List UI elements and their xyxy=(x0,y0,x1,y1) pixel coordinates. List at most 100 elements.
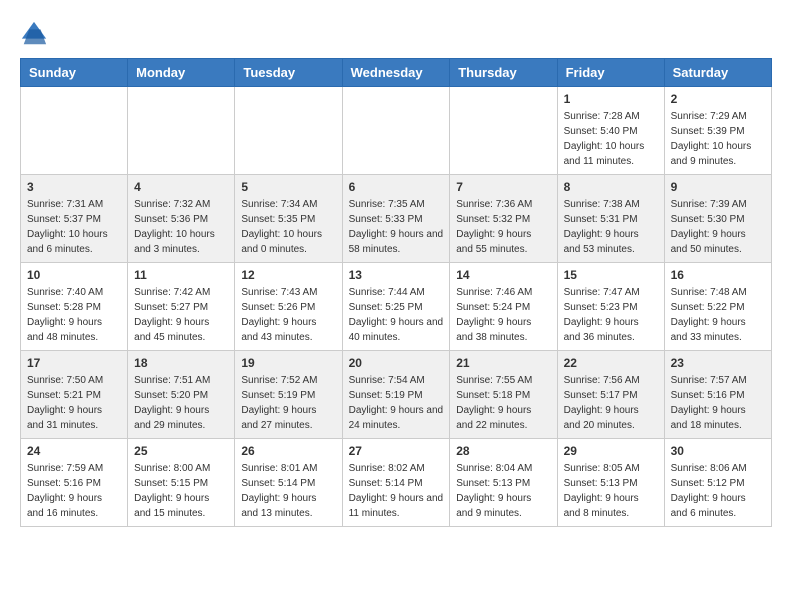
calendar-week-row: 1Sunrise: 7:28 AMSunset: 5:40 PMDaylight… xyxy=(21,87,772,175)
day-number: 9 xyxy=(671,180,765,194)
calendar-day-cell xyxy=(342,87,450,175)
calendar-day-cell: 3 Sunrise: 7:31 AMSunset: 5:37 PMDaylight… xyxy=(21,175,128,263)
day-number: 6 xyxy=(349,180,444,194)
day-info: Sunrise: 8:06 AMSunset: 5:12 PMDaylight:… xyxy=(671,461,765,521)
day-info: Sunrise: 7:42 AMSunset: 5:27 PMDaylight:… xyxy=(134,285,228,345)
calendar-day-cell: 21 Sunrise: 7:55 AMSunset: 5:18 PMDayligh… xyxy=(450,351,557,439)
calendar-day-cell: 12 Sunrise: 7:43 AMSunset: 5:26 PMDayligh… xyxy=(235,263,342,351)
day-info: Sunrise: 7:54 AMSunset: 5:19 PMDaylight:… xyxy=(349,373,444,433)
calendar-day-cell: 18 Sunrise: 7:51 AMSunset: 5:20 PMDayligh… xyxy=(128,351,235,439)
calendar-day-cell: 15Sunrise: 7:47 AMSunset: 5:23 PMDayligh… xyxy=(557,263,664,351)
calendar-header-row: SundayMondayTuesdayWednesdayThursdayFrid… xyxy=(21,59,772,87)
day-info: Sunrise: 7:32 AMSunset: 5:36 PMDaylight:… xyxy=(134,197,228,257)
calendar-day-cell: 24 Sunrise: 7:59 AMSunset: 5:16 PMDayligh… xyxy=(21,439,128,527)
day-number: 23 xyxy=(671,356,765,370)
day-number: 11 xyxy=(134,268,228,282)
day-info: Sunrise: 7:35 AMSunset: 5:33 PMDaylight:… xyxy=(349,197,444,257)
day-info: Sunrise: 7:36 AMSunset: 5:32 PMDaylight:… xyxy=(456,197,550,257)
day-info: Sunrise: 8:01 AMSunset: 5:14 PMDaylight:… xyxy=(241,461,335,521)
day-info: Sunrise: 7:39 AMSunset: 5:30 PMDaylight:… xyxy=(671,197,765,257)
calendar-day-cell: 6 Sunrise: 7:35 AMSunset: 5:33 PMDaylight… xyxy=(342,175,450,263)
day-number: 16 xyxy=(671,268,765,282)
day-info: Sunrise: 7:46 AMSunset: 5:24 PMDaylight:… xyxy=(456,285,550,345)
day-info: Sunrise: 8:00 AMSunset: 5:15 PMDaylight:… xyxy=(134,461,228,521)
day-info: Sunrise: 7:48 AMSunset: 5:22 PMDaylight:… xyxy=(671,285,765,345)
day-info: Sunrise: 8:05 AMSunset: 5:13 PMDaylight:… xyxy=(564,461,658,521)
day-info: Sunrise: 8:02 AMSunset: 5:14 PMDaylight:… xyxy=(349,461,444,521)
day-number: 28 xyxy=(456,444,550,458)
day-number: 14 xyxy=(456,268,550,282)
calendar-day-cell: 25 Sunrise: 8:00 AMSunset: 5:15 PMDayligh… xyxy=(128,439,235,527)
calendar-day-cell: 5 Sunrise: 7:34 AMSunset: 5:35 PMDaylight… xyxy=(235,175,342,263)
calendar-body: 1Sunrise: 7:28 AMSunset: 5:40 PMDaylight… xyxy=(21,87,772,527)
day-number: 1 xyxy=(564,92,658,106)
calendar-day-cell: 30 Sunrise: 8:06 AMSunset: 5:12 PMDayligh… xyxy=(664,439,771,527)
day-number: 12 xyxy=(241,268,335,282)
day-number: 3 xyxy=(27,180,121,194)
calendar-week-row: 3 Sunrise: 7:31 AMSunset: 5:37 PMDaylight… xyxy=(21,175,772,263)
day-number: 4 xyxy=(134,180,228,194)
calendar-day-cell: 14 Sunrise: 7:46 AMSunset: 5:24 PMDayligh… xyxy=(450,263,557,351)
calendar-weekday-header: Friday xyxy=(557,59,664,87)
calendar-day-cell: 28 Sunrise: 8:04 AMSunset: 5:13 PMDayligh… xyxy=(450,439,557,527)
calendar-day-cell: 10 Sunrise: 7:40 AMSunset: 5:28 PMDayligh… xyxy=(21,263,128,351)
day-number: 10 xyxy=(27,268,121,282)
day-info: Sunrise: 7:38 AMSunset: 5:31 PMDaylight:… xyxy=(564,197,658,257)
day-info: Sunrise: 7:50 AMSunset: 5:21 PMDaylight:… xyxy=(27,373,121,433)
logo xyxy=(20,20,52,48)
calendar-day-cell xyxy=(235,87,342,175)
day-info: Sunrise: 7:44 AMSunset: 5:25 PMDaylight:… xyxy=(349,285,444,345)
day-number: 26 xyxy=(241,444,335,458)
calendar-weekday-header: Monday xyxy=(128,59,235,87)
day-info: Sunrise: 7:52 AMSunset: 5:19 PMDaylight:… xyxy=(241,373,335,433)
day-number: 17 xyxy=(27,356,121,370)
calendar-day-cell: 20Sunrise: 7:54 AMSunset: 5:19 PMDayligh… xyxy=(342,351,450,439)
calendar-day-cell: 19 Sunrise: 7:52 AMSunset: 5:19 PMDayligh… xyxy=(235,351,342,439)
day-number: 30 xyxy=(671,444,765,458)
day-info: Sunrise: 7:31 AMSunset: 5:37 PMDaylight:… xyxy=(27,197,121,257)
day-number: 22 xyxy=(564,356,658,370)
calendar-weekday-header: Saturday xyxy=(664,59,771,87)
calendar-day-cell: 9 Sunrise: 7:39 AMSunset: 5:30 PMDaylight… xyxy=(664,175,771,263)
calendar-day-cell: 13 Sunrise: 7:44 AMSunset: 5:25 PMDayligh… xyxy=(342,263,450,351)
day-info: Sunrise: 7:55 AMSunset: 5:18 PMDaylight:… xyxy=(456,373,550,433)
day-info: Sunrise: 7:47 AMSunset: 5:23 PMDaylight:… xyxy=(564,285,658,345)
day-number: 18 xyxy=(134,356,228,370)
day-info: Sunrise: 7:29 AMSunset: 5:39 PMDaylight:… xyxy=(671,109,765,169)
day-number: 21 xyxy=(456,356,550,370)
day-info: Sunrise: 7:51 AMSunset: 5:20 PMDaylight:… xyxy=(134,373,228,433)
calendar-weekday-header: Thursday xyxy=(450,59,557,87)
calendar-day-cell: 7 Sunrise: 7:36 AMSunset: 5:32 PMDaylight… xyxy=(450,175,557,263)
calendar-week-row: 10 Sunrise: 7:40 AMSunset: 5:28 PMDayligh… xyxy=(21,263,772,351)
day-info: Sunrise: 7:43 AMSunset: 5:26 PMDaylight:… xyxy=(241,285,335,345)
calendar-weekday-header: Wednesday xyxy=(342,59,450,87)
calendar-day-cell: 4 Sunrise: 7:32 AMSunset: 5:36 PMDaylight… xyxy=(128,175,235,263)
calendar-day-cell xyxy=(21,87,128,175)
day-number: 19 xyxy=(241,356,335,370)
day-number: 2 xyxy=(671,92,765,106)
day-number: 8 xyxy=(564,180,658,194)
calendar-weekday-header: Tuesday xyxy=(235,59,342,87)
calendar-day-cell: 11 Sunrise: 7:42 AMSunset: 5:27 PMDayligh… xyxy=(128,263,235,351)
calendar-table: SundayMondayTuesdayWednesdayThursdayFrid… xyxy=(20,58,772,527)
day-info: Sunrise: 7:34 AMSunset: 5:35 PMDaylight:… xyxy=(241,197,335,257)
page-header xyxy=(20,20,772,48)
calendar-day-cell: 26 Sunrise: 8:01 AMSunset: 5:14 PMDayligh… xyxy=(235,439,342,527)
day-number: 25 xyxy=(134,444,228,458)
day-number: 27 xyxy=(349,444,444,458)
calendar-day-cell: 8 Sunrise: 7:38 AMSunset: 5:31 PMDaylight… xyxy=(557,175,664,263)
calendar-day-cell xyxy=(128,87,235,175)
day-info: Sunrise: 7:57 AMSunset: 5:16 PMDaylight:… xyxy=(671,373,765,433)
day-number: 5 xyxy=(241,180,335,194)
day-info: Sunrise: 7:59 AMSunset: 5:16 PMDaylight:… xyxy=(27,461,121,521)
day-number: 13 xyxy=(349,268,444,282)
calendar-day-cell: 2 Sunrise: 7:29 AMSunset: 5:39 PMDaylight… xyxy=(664,87,771,175)
day-info: Sunrise: 7:56 AMSunset: 5:17 PMDaylight:… xyxy=(564,373,658,433)
day-number: 7 xyxy=(456,180,550,194)
calendar-weekday-header: Sunday xyxy=(21,59,128,87)
calendar-day-cell: 22 Sunrise: 7:56 AMSunset: 5:17 PMDayligh… xyxy=(557,351,664,439)
day-number: 24 xyxy=(27,444,121,458)
day-info: Sunrise: 7:40 AMSunset: 5:28 PMDaylight:… xyxy=(27,285,121,345)
day-info: Sunrise: 8:04 AMSunset: 5:13 PMDaylight:… xyxy=(456,461,550,521)
calendar-day-cell: 29Sunrise: 8:05 AMSunset: 5:13 PMDayligh… xyxy=(557,439,664,527)
